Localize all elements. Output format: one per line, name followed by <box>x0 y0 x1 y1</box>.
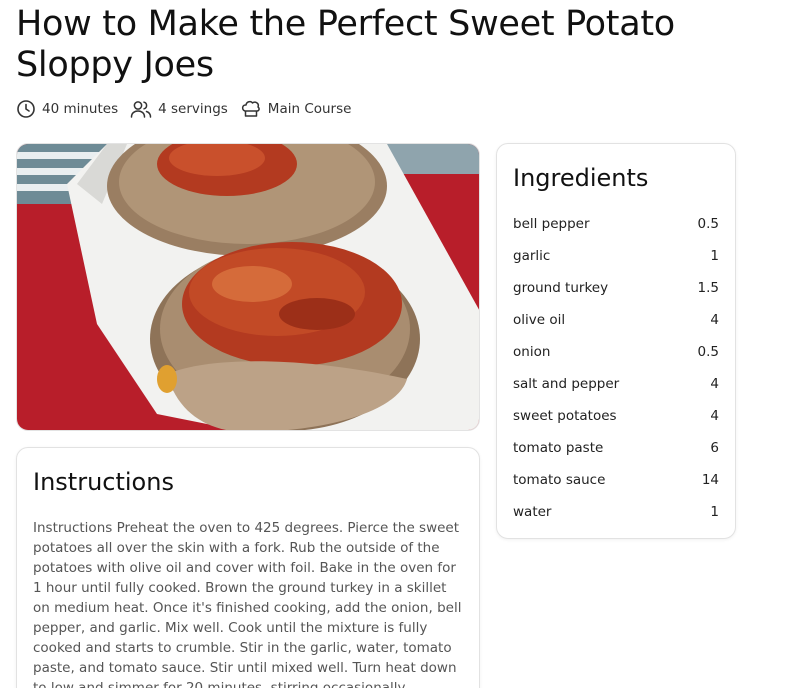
ingredient-row: bell pepper 0.5 <box>513 208 719 240</box>
ingredients-list: bell pepper 0.5 garlic 1 ground turkey 1.5 … <box>513 208 719 528</box>
servings-label: 4 servings <box>158 101 228 117</box>
ingredient-row: tomato sauce 14 <box>513 464 719 496</box>
instructions-text: Instructions Preheat the oven to 425 deg… <box>33 520 462 688</box>
meta-category: Main Course <box>240 99 352 119</box>
meta-time: 40 minutes <box>16 99 118 119</box>
instructions-card: Instructions Instructions Preheat the ov… <box>16 447 480 688</box>
category-label: Main Course <box>267 101 352 117</box>
ingredient-name: onion <box>513 344 551 360</box>
ingredient-name: tomato paste <box>513 440 604 456</box>
ingredient-row: garlic 1 <box>513 240 719 272</box>
ingredient-row: olive oil 4 <box>513 304 719 336</box>
recipe-title: How to Make the Perfect Sweet Potato Slo… <box>16 4 675 85</box>
ingredient-name: sweet potatoes <box>513 408 617 424</box>
ingredient-name: ground turkey <box>513 280 609 296</box>
ingredient-row: salt and pepper 4 <box>513 368 719 400</box>
ingredient-amount: 0.5 <box>697 216 719 232</box>
ingredient-amount: 4 <box>710 312 719 328</box>
time-label: 40 minutes <box>42 101 119 117</box>
ingredient-name: olive oil <box>513 312 566 328</box>
ingredient-amount: 1 <box>710 248 719 264</box>
ingredient-row: ground turkey 1.5 <box>513 272 719 304</box>
ingredient-name: water <box>513 504 552 520</box>
ingredient-amount: 4 <box>710 376 719 392</box>
ingredient-name: bell pepper <box>513 216 590 232</box>
ingredients-heading: Ingredients <box>513 164 649 192</box>
instructions-heading: Instructions <box>33 468 174 496</box>
recipe-meta: 40 minutes 4 servings Main Course <box>16 97 363 121</box>
ingredient-amount: 14 <box>701 472 719 488</box>
ingredient-amount: 6 <box>710 440 719 456</box>
ingredient-name: salt and pepper <box>513 376 620 392</box>
ingredient-row: tomato paste 6 <box>513 432 719 464</box>
ingredient-amount: 4 <box>710 408 719 424</box>
users-icon <box>130 99 152 119</box>
meta-servings: 4 servings <box>130 99 228 119</box>
ingredient-amount: 1.5 <box>697 280 719 296</box>
ingredient-name: garlic <box>513 248 551 264</box>
recipe-photo <box>16 143 480 431</box>
ingredients-card: Ingredients bell pepper 0.5 garlic 1 groun… <box>496 143 736 539</box>
ingredient-row: water 1 <box>513 496 719 528</box>
clock-icon <box>16 99 36 119</box>
ingredient-amount: 0.5 <box>697 344 719 360</box>
ingredient-amount: 1 <box>710 504 719 520</box>
ingredient-row: sweet potatoes 4 <box>513 400 719 432</box>
chef-hat-icon <box>240 99 262 119</box>
ingredient-row: onion 0.5 <box>513 336 719 368</box>
ingredient-name: tomato sauce <box>513 472 606 488</box>
